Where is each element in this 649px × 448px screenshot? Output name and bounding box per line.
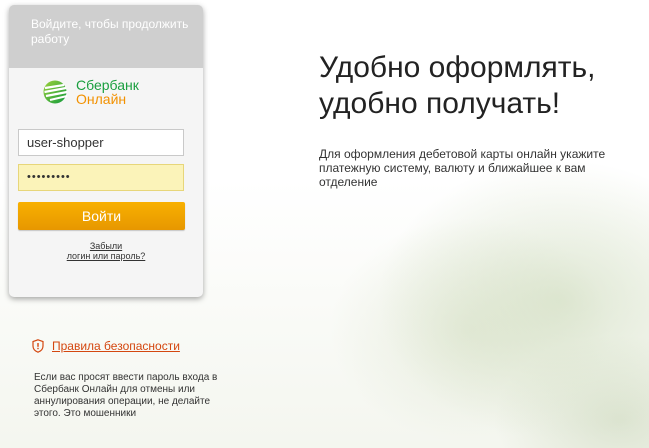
shield-icon — [32, 339, 44, 353]
security-rules-link[interactable]: Правила безопасности — [32, 339, 180, 353]
security-note: Если вас просят ввести пароль входа в Сб… — [34, 372, 218, 419]
login-card-header: Войдите, чтобы продолжить работу — [9, 5, 203, 68]
forgot-credentials-link[interactable]: Забыли логин или пароль? — [9, 241, 203, 261]
security-rules-label[interactable]: Правила безопасности — [52, 339, 180, 353]
brand-subname: Онлайн — [76, 91, 127, 107]
password-input[interactable]: ••••••••• — [18, 164, 184, 191]
brand-logo: Сбербанк Онлайн — [40, 78, 139, 106]
login-input[interactable]: user-shopper — [18, 129, 184, 156]
hero-title: Удобно оформлять, удобно получать! — [319, 51, 596, 120]
hero-subtitle: Для оформления дебетовой карты онлайн ук… — [319, 147, 606, 189]
login-button[interactable]: Войти — [18, 202, 185, 230]
brand-name: Сбербанк — [76, 77, 139, 93]
forgot-line2[interactable]: логин или пароль? — [9, 251, 203, 261]
sberbank-logo-icon — [43, 80, 68, 104]
forgot-line1[interactable]: Забыли — [9, 241, 203, 251]
